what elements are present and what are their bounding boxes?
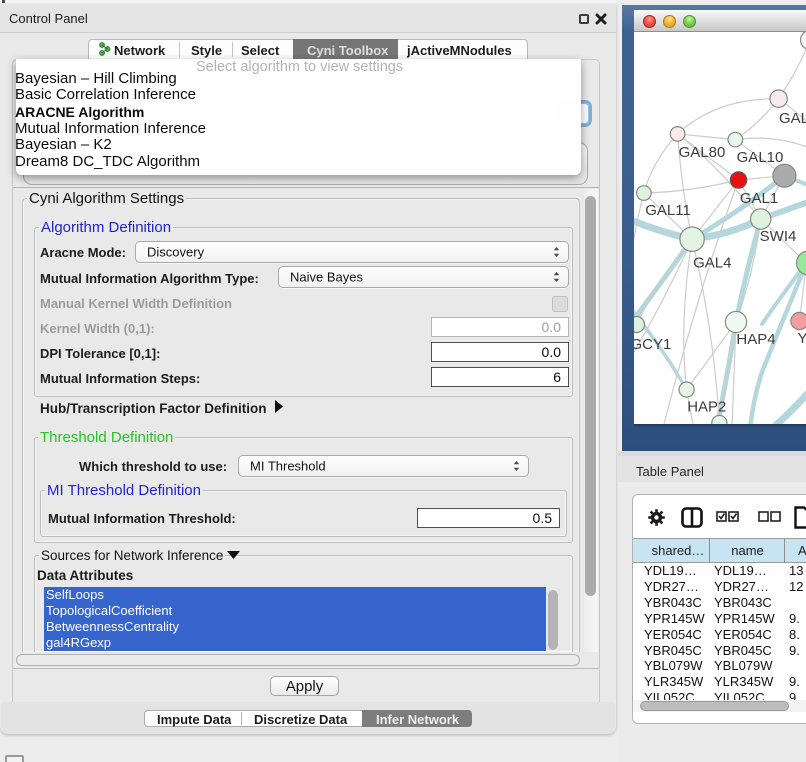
svg-text:GAL10: GAL10	[737, 149, 784, 166]
svg-text:GAL80: GAL80	[679, 144, 726, 161]
svg-text:YM: YM	[798, 330, 806, 347]
svg-text:GAL2: GAL2	[779, 110, 806, 127]
svg-text:GAL4: GAL4	[693, 255, 731, 272]
svg-text:GAL1: GAL1	[740, 190, 778, 207]
svg-text:GCY1: GCY1	[634, 336, 671, 353]
svg-text:HAP4: HAP4	[736, 331, 775, 348]
svg-text:GAL11: GAL11	[645, 202, 691, 219]
svg-text:HAP2: HAP2	[687, 399, 726, 416]
svg-text:SWI4: SWI4	[760, 228, 797, 245]
